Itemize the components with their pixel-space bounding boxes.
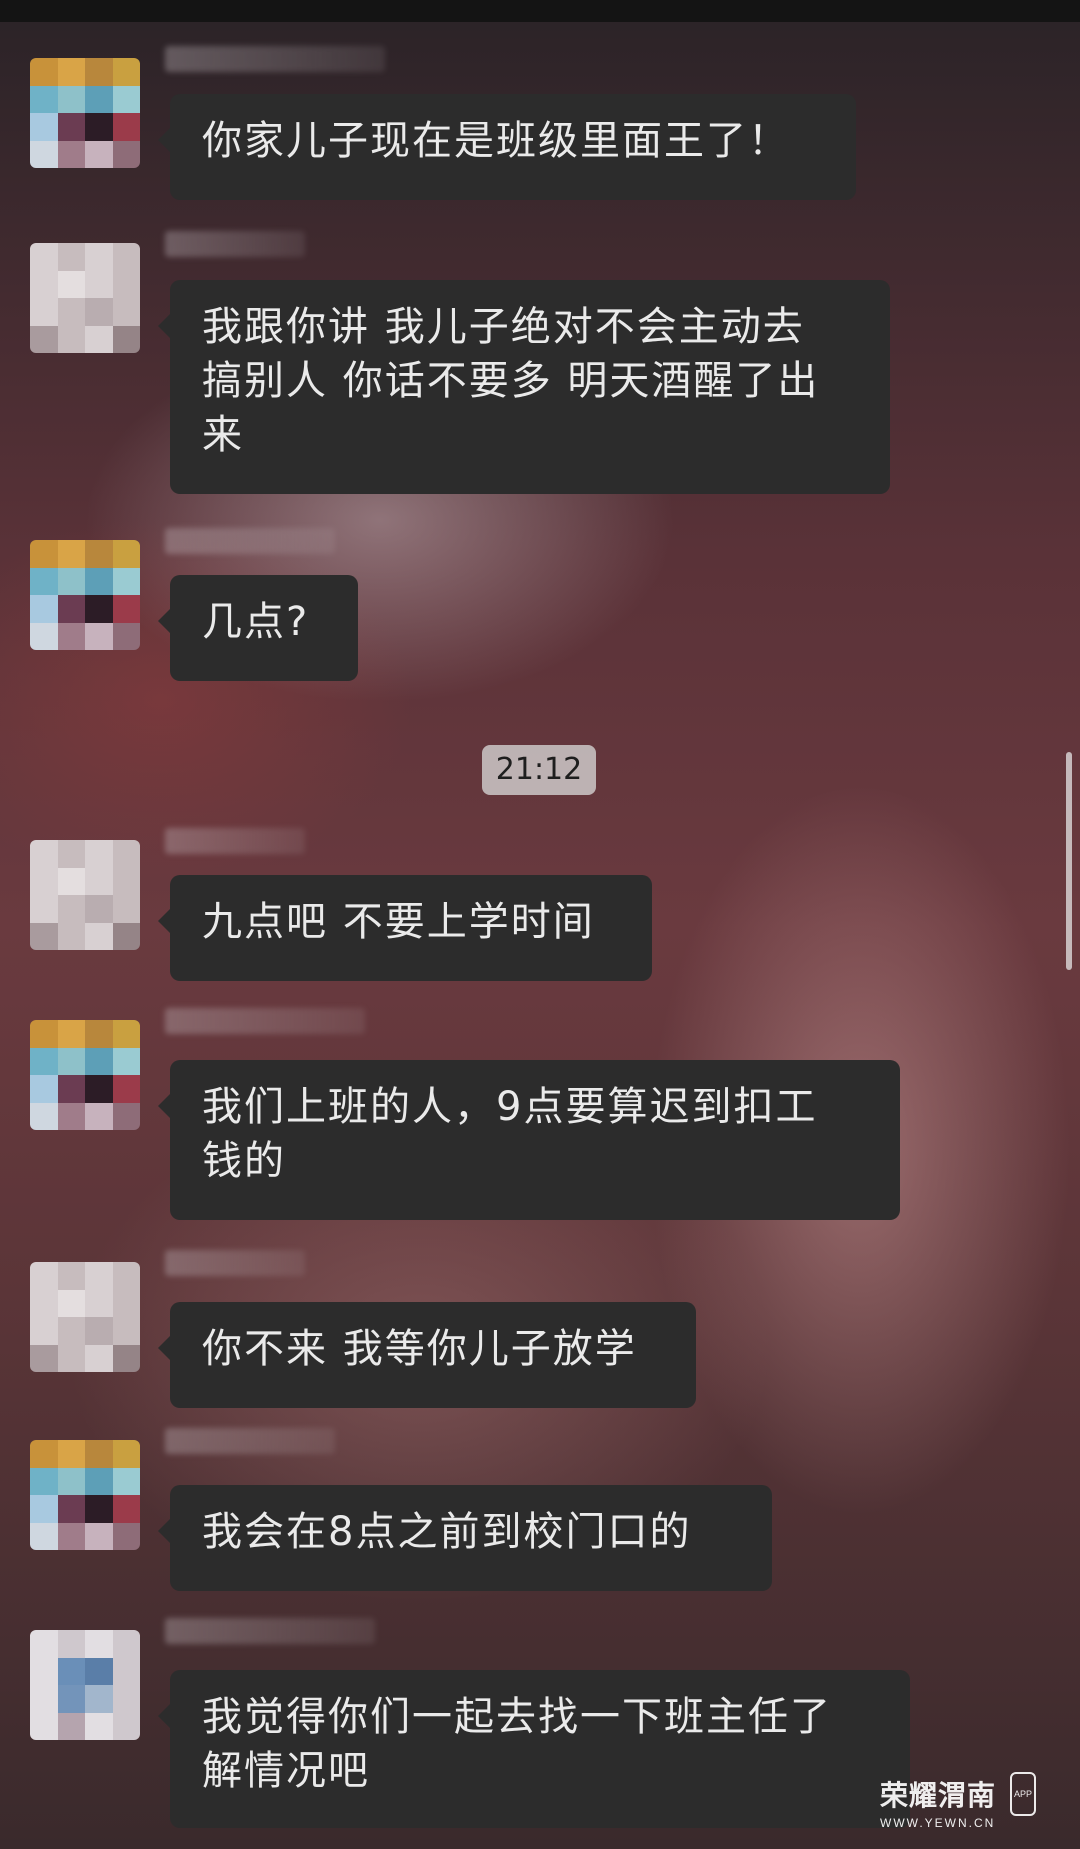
sender-name-blurred [165, 231, 305, 257]
avatar[interactable] [30, 1020, 140, 1130]
avatar[interactable] [30, 1440, 140, 1550]
sender-name-blurred [165, 1008, 365, 1034]
timestamp-chip: 21:12 [482, 745, 596, 795]
sender-name-blurred [165, 1428, 335, 1454]
message-bubble[interactable]: 我跟你讲 我儿子绝对不会主动去 搞别人 你话不要多 明天酒醒了出 来 [158, 280, 890, 494]
avatar[interactable] [30, 1262, 140, 1372]
sender-name-blurred [165, 46, 385, 72]
avatar[interactable] [30, 243, 140, 353]
scrollbar[interactable] [1066, 752, 1072, 970]
sender-name-blurred [165, 1618, 375, 1644]
status-bar [0, 0, 1080, 22]
avatar[interactable] [30, 540, 140, 650]
avatar[interactable] [30, 1630, 140, 1740]
sender-name-blurred [165, 528, 335, 554]
message-bubble[interactable]: 你不来 我等你儿子放学 [158, 1302, 696, 1408]
message-bubble[interactable]: 九点吧 不要上学时间 [158, 875, 652, 981]
message-bubble[interactable]: 我们上班的人，9点要算迟到扣工 钱的 [158, 1060, 900, 1220]
sender-name-blurred [165, 828, 305, 854]
message-bubble[interactable]: 几点? [158, 575, 358, 681]
watermark-logo: 荣耀渭南 WWW.YEWN.CN [880, 1774, 996, 1830]
message-bubble[interactable]: 你家儿子现在是班级里面王了！ [158, 94, 856, 200]
message-bubble[interactable]: 我觉得你们一起去找一下班主任了 解情况吧 [158, 1670, 910, 1828]
message-bubble[interactable]: 我会在8点之前到校门口的 [158, 1485, 772, 1591]
avatar[interactable] [30, 840, 140, 950]
watermark-title: 荣耀渭南 [880, 1780, 997, 1811]
sender-name-blurred [165, 1250, 305, 1276]
app-phone-icon: APP [1010, 1772, 1036, 1816]
watermark-url: WWW.YEWN.CN [880, 1816, 996, 1830]
avatar[interactable] [30, 58, 140, 168]
